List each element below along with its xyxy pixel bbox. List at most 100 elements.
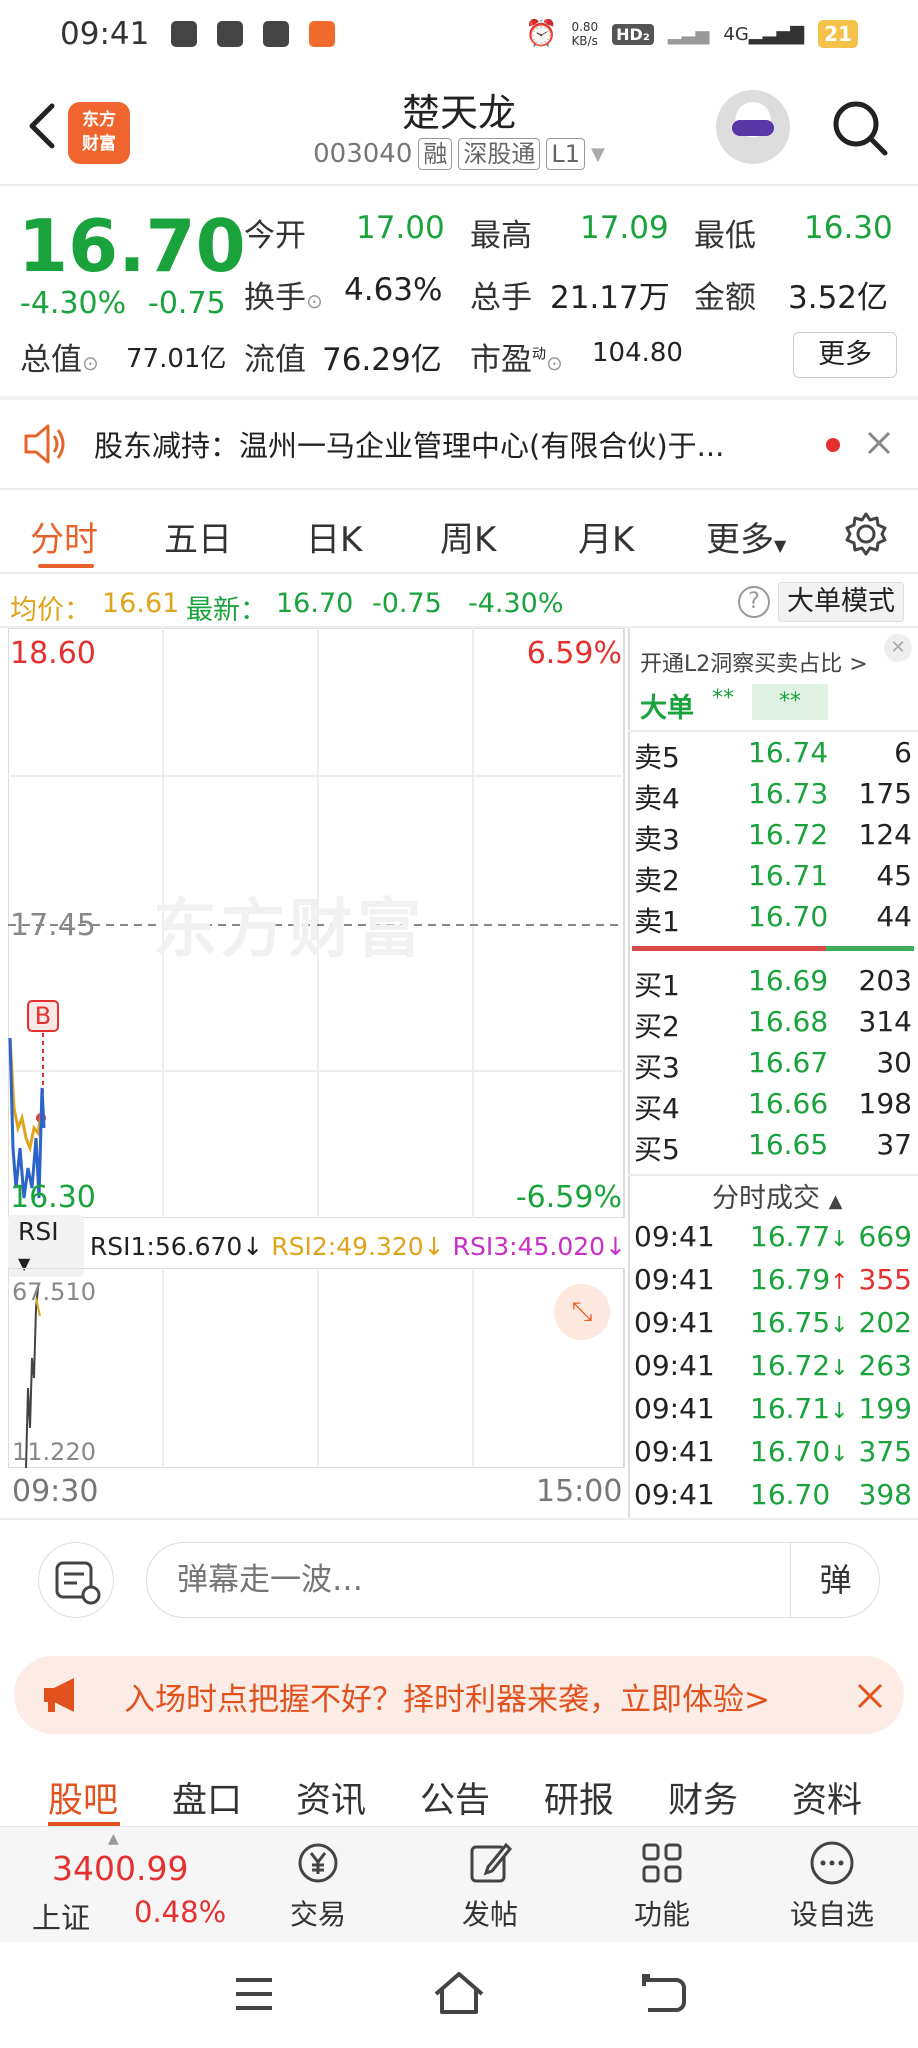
high-value: 17.09 — [580, 210, 669, 246]
trade-row: 09:41 16.71↓ 199 — [634, 1392, 912, 1425]
tab-announcements[interactable]: 公告 — [420, 1772, 490, 1823]
danmu-toggle-button[interactable]: 弹 — [790, 1542, 880, 1618]
help-icon[interactable]: ? — [738, 586, 770, 618]
tab-intraday[interactable]: 分时 — [30, 512, 98, 561]
intraday-chart[interactable]: 东方财富 18.60 6.59% 17.45 16.30 -6.59% B — [7, 627, 626, 1219]
tab-forum[interactable]: 股吧 — [48, 1772, 118, 1823]
turnover-value: 4.63% — [344, 272, 443, 308]
bid-row[interactable]: 买1 16.69 203 — [632, 964, 914, 1004]
message-list-icon[interactable] — [38, 1542, 114, 1618]
add-watchlist-button[interactable]: 设自选 — [772, 1827, 892, 1943]
chart-tabs: 分时 五日 日K 周K 月K 更多▼ — [0, 500, 918, 572]
pe-value: 104.80 — [592, 338, 683, 368]
index-ticker[interactable]: ▲ 3400.99 上证 0.48% — [0, 1827, 226, 1943]
float-cap-label: 流值 — [244, 342, 306, 378]
rsi-chart[interactable]: 67.510 11.220 ⤡ — [7, 1267, 626, 1469]
chart-mid: 17.45 — [10, 908, 96, 943]
app-icon — [263, 21, 290, 47]
latest-value: 16.70 — [276, 588, 354, 619]
trade-row: 09:41 16.70 398 — [634, 1478, 912, 1511]
time-start: 09:30 — [12, 1474, 99, 1509]
total-cap-value: 77.01亿 — [126, 344, 227, 374]
tab-research[interactable]: 研报 — [544, 1772, 614, 1823]
amount-value: 3.52亿 — [788, 280, 889, 316]
status-bar: 09:41 ⏰ 0.80 KB/s HD₂ ▂▃▅ 4G▂▃▅▇ 21 — [0, 0, 918, 68]
tab-news[interactable]: 资讯 — [296, 1772, 366, 1823]
watermark: 东方财富 — [153, 893, 425, 967]
bid-row[interactable]: 买2 16.68 314 — [632, 1005, 914, 1045]
yen-icon — [298, 1843, 338, 1883]
buy-ratio-bar — [826, 946, 914, 951]
close-l2-icon[interactable]: ✕ — [884, 634, 912, 662]
connect-tag: 深股通 — [458, 138, 541, 170]
low-label: 最低 — [694, 218, 756, 254]
l2-promo-link[interactable]: 开通L2洞察买卖占比 > — [640, 646, 868, 678]
alarm-icon: ⏰ — [525, 19, 558, 49]
expand-icon[interactable]: ⤡ — [554, 1284, 610, 1340]
pe-label[interactable]: 市盈动⊙ — [470, 334, 563, 379]
signal-icon: ▂▃▅ — [667, 23, 710, 45]
ask-row[interactable]: 卖1 16.70 44 — [632, 900, 914, 940]
notice-bar[interactable]: 股东减持：温州一马企业管理中心(有限合伙)于... — [0, 400, 918, 488]
notification-icon — [171, 21, 198, 47]
danmu-bar: 弹 — [0, 1538, 918, 1626]
promo-banner[interactable]: 入场时点把握不好？择时利器来袭，立即体验> — [14, 1656, 904, 1734]
close-promo-icon[interactable] — [856, 1682, 884, 1710]
danmu-input[interactable] — [146, 1542, 880, 1618]
tab-monthly-k[interactable]: 月K — [578, 512, 634, 561]
tab-five-day[interactable]: 五日 — [164, 512, 232, 561]
ask-row[interactable]: 卖4 16.73 175 — [632, 777, 914, 817]
open-label: 今开 — [244, 218, 306, 254]
notice-text: 股东减持：温州一马企业管理中心(有限合伙)于... — [94, 429, 725, 463]
chart-low: 16.30 — [10, 1180, 96, 1215]
tab-financials[interactable]: 财务 — [668, 1772, 738, 1823]
rsi-indicator-bar: RSI ▼ RSI1:56.670↓ RSI2:49.320↓ RSI3:45.… — [8, 1215, 626, 1277]
index-pct: 0.48% — [134, 1895, 227, 1929]
tab-more[interactable]: 更多▼ — [706, 512, 786, 561]
menu-icon[interactable] — [232, 1974, 276, 2014]
bid-row[interactable]: 买4 16.66 198 — [632, 1087, 914, 1127]
sell-ratio-bar — [632, 946, 826, 951]
trade-button[interactable]: 交易 — [258, 1827, 378, 1943]
total-cap-label[interactable]: 总值⊙ — [20, 334, 99, 379]
status-time: 09:41 — [60, 16, 150, 52]
ask-row[interactable]: 卖3 16.72 124 — [632, 818, 914, 858]
big-order-mode-button[interactable]: 大单模式 — [778, 582, 904, 622]
bid-row[interactable]: 买5 16.65 37 — [632, 1128, 914, 1168]
home-icon[interactable] — [432, 1970, 486, 2016]
search-icon[interactable] — [830, 98, 890, 158]
tab-profile[interactable]: 资料 — [792, 1772, 862, 1823]
last-price: 16.70 — [18, 204, 246, 288]
tab-daily-k[interactable]: 日K — [306, 512, 362, 561]
more-button[interactable]: 更多 — [793, 332, 897, 378]
message-icon — [309, 21, 336, 47]
level-tag: L1 — [546, 138, 586, 170]
tab-orderbook[interactable]: 盘口 — [172, 1772, 242, 1823]
content-tabs: 股吧 盘口 资讯 公告 研报 财务 资料 — [0, 1760, 918, 1826]
rsi3-value: RSI3:45.020↓ — [452, 1231, 626, 1261]
functions-button[interactable]: 功能 — [602, 1827, 722, 1943]
trade-row: 09:41 16.75↓ 202 — [634, 1306, 912, 1339]
speaker-icon — [24, 424, 65, 464]
post-button[interactable]: 发帖 — [430, 1827, 550, 1943]
system-nav-bar — [0, 1942, 918, 2048]
footer-bar: ▲ 3400.99 上证 0.48% 交易 发帖 功能 设自选 — [0, 1826, 918, 1942]
trades-title[interactable]: 分时成交 ▲ — [712, 1176, 842, 1215]
chart-high: 18.60 — [10, 636, 96, 671]
low-value: 16.30 — [804, 210, 893, 246]
mail-icon — [217, 21, 244, 47]
close-icon[interactable] — [866, 430, 892, 456]
ask-row[interactable]: 卖5 16.74 6 — [632, 736, 914, 776]
rsi1-value: RSI1:56.670↓ — [89, 1231, 264, 1261]
settings-gear-icon[interactable] — [842, 510, 890, 558]
tab-weekly-k[interactable]: 周K — [440, 512, 496, 561]
bid-row[interactable]: 买3 16.67 30 — [632, 1046, 914, 1086]
ask-row[interactable]: 卖2 16.71 45 — [632, 859, 914, 899]
avg-price-label: 均价： — [10, 595, 91, 626]
turnover-label[interactable]: 换手⊙ — [244, 272, 323, 317]
back-nav-icon[interactable] — [640, 1972, 688, 2014]
volume-value: 21.17万 — [550, 280, 670, 316]
buy-marker[interactable]: B — [27, 1000, 59, 1032]
megaphone-icon — [44, 1678, 74, 1712]
robot-assistant-icon[interactable] — [716, 90, 790, 164]
